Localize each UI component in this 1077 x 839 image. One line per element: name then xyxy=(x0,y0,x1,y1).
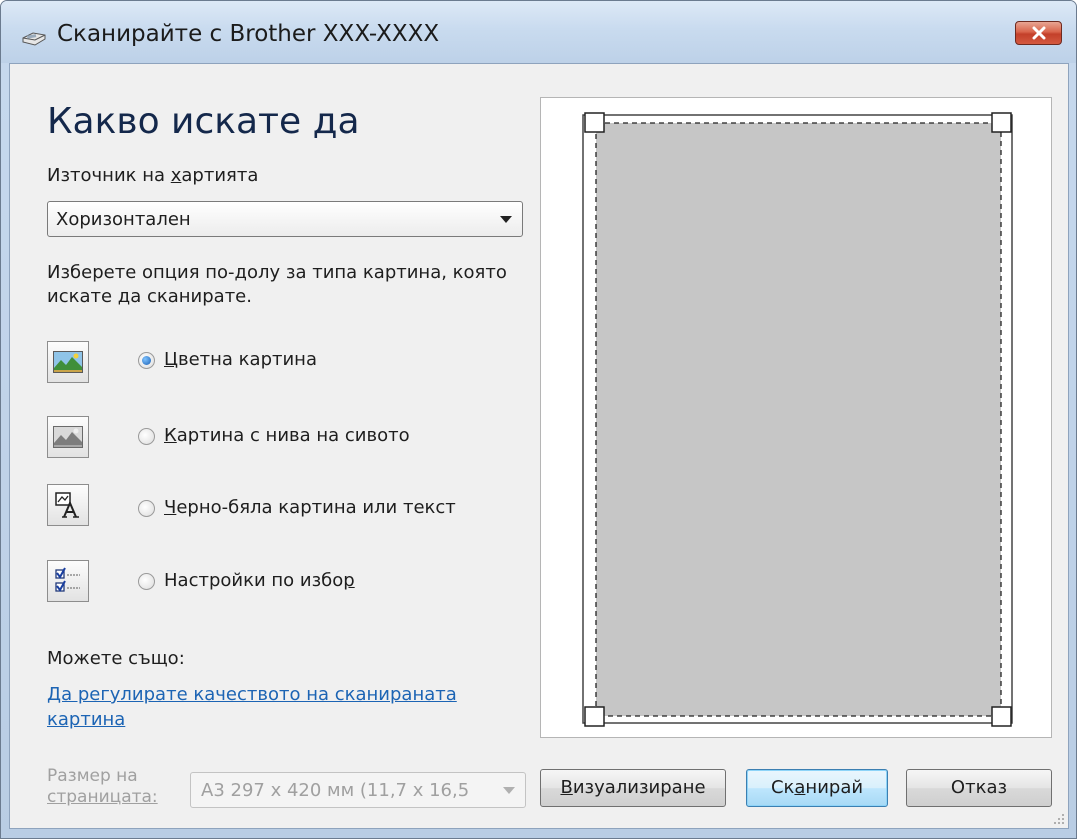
also-label: Можете също: xyxy=(47,648,185,669)
black-white-label[interactable]: Черно-бяла картина или текст xyxy=(164,497,456,518)
page-size-value: A3 297 x 420 мм (11,7 x 16,5 xyxy=(201,780,470,801)
title-bar[interactable]: Сканирайте с Brother XXX-XXXX xyxy=(1,1,1076,63)
page-size-label: Размер на страницата: xyxy=(47,766,158,807)
crop-handle-top-right[interactable] xyxy=(991,112,1012,133)
black-white-radio[interactable] xyxy=(138,500,155,517)
cancel-button[interactable]: Отказ xyxy=(906,769,1052,807)
crop-handle-top-left[interactable] xyxy=(584,112,605,133)
color-picture-radio[interactable] xyxy=(138,352,155,369)
adjust-quality-link[interactable]: Да регулирате качеството на сканираната … xyxy=(47,682,517,732)
scanner-icon xyxy=(22,32,46,46)
dialog-client-area: Какво искате да Източник на хартията Хор… xyxy=(9,63,1069,829)
scan-dialog-window: Сканирайте с Brother XXX-XXXX Какво иска… xyxy=(0,0,1077,839)
paper-source-value: Хоризонтален xyxy=(56,209,191,230)
page-size-select: A3 297 x 420 мм (11,7 x 16,5 xyxy=(190,772,526,808)
chevron-down-icon xyxy=(500,216,512,223)
scan-area-frame xyxy=(582,112,1013,727)
chevron-down-icon xyxy=(503,787,515,794)
landscape-gray-icon xyxy=(53,426,83,448)
bw-text-glyph-icon xyxy=(55,492,79,518)
resize-grip-icon[interactable] xyxy=(1053,813,1065,825)
color-picture-icon[interactable] xyxy=(47,341,89,383)
preview-button[interactable]: Визуализиране xyxy=(540,769,726,807)
scan-button[interactable]: Сканирай xyxy=(746,769,888,807)
grayscale-picture-icon[interactable] xyxy=(47,416,89,458)
instruction-text: Изберете опция по-долу за типа картина, … xyxy=(47,262,507,307)
paper-source-select[interactable]: Хоризонтален xyxy=(47,201,523,237)
checklist-icon xyxy=(55,567,80,592)
color-picture-label[interactable]: Цветна картина xyxy=(164,349,317,370)
custom-settings-label[interactable]: Настройки по избор xyxy=(164,570,355,591)
paper-source-label: Източник на хартията xyxy=(47,165,259,186)
window-title: Сканирайте с Brother XXX-XXXX xyxy=(57,21,440,47)
custom-settings-icon[interactable] xyxy=(47,560,89,602)
scan-preview-area[interactable] xyxy=(540,97,1052,738)
page-title: Какво искате да xyxy=(47,101,360,142)
black-white-text-icon[interactable] xyxy=(47,484,89,526)
custom-settings-radio[interactable] xyxy=(138,573,155,590)
landscape-color-icon xyxy=(53,351,83,373)
close-icon xyxy=(1032,26,1045,40)
grayscale-picture-radio[interactable] xyxy=(138,428,155,445)
crop-handle-bottom-right[interactable] xyxy=(991,706,1012,727)
close-button[interactable] xyxy=(1015,21,1062,45)
crop-handle-bottom-left[interactable] xyxy=(584,706,605,727)
grayscale-picture-label[interactable]: Картина с нива на сивото xyxy=(164,425,410,446)
